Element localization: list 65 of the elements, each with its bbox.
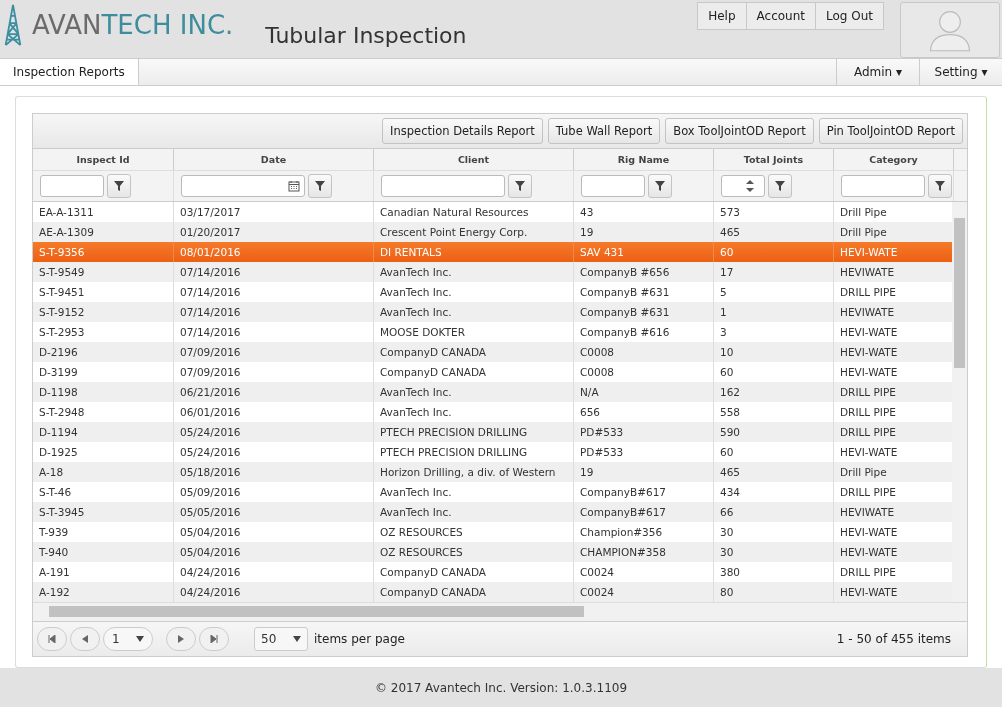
column-header[interactable]: Rig Name <box>574 149 714 170</box>
numeric-filter-input[interactable] <box>721 175 765 197</box>
filter-button[interactable] <box>508 174 532 198</box>
filter-button[interactable] <box>648 174 672 198</box>
table-row[interactable]: D-1198 06/21/2016 AvanTech Inc. N/A 162 DRILL PIPE <box>33 382 952 402</box>
filter-button[interactable] <box>308 174 332 198</box>
company-logo-text: AVANTECH INC. <box>32 10 234 40</box>
filter-icon <box>935 181 945 191</box>
table-row[interactable]: T-940 05/04/2016 OZ RESOURCES CHAMPION#358 30 HEVI-WATE <box>33 542 952 562</box>
horizontal-scrollbar[interactable] <box>33 602 967 621</box>
filter-icon <box>515 181 525 191</box>
footer-text: © 2017 Avantech Inc. Version: 1.0.3.1109 <box>374 680 628 695</box>
column-header[interactable]: Inspect Id <box>33 149 174 170</box>
page-size-label: items per page <box>314 632 405 646</box>
caret-icon <box>136 636 144 642</box>
table-row[interactable]: D-1194 05/24/2016 PTECH PRECISION DRILLING PD#533 590 DRILL PIPE <box>33 422 952 442</box>
previous-page-button[interactable] <box>70 627 100 651</box>
column-header[interactable]: Category <box>834 149 954 170</box>
table-row[interactable]: S-T-9549 07/14/2016 AvanTech Inc. CompanyB #656 17 HEVIWATE <box>33 262 952 282</box>
filter-icon <box>315 181 325 191</box>
report-button[interactable]: Tube Wall Report <box>547 118 661 144</box>
nav-menu[interactable]: Setting ▾ <box>919 59 1002 85</box>
table-row[interactable]: D-2196 07/09/2016 CompanyD CANADA C0008 10 HEVI-WATE <box>33 342 952 362</box>
filter-icon <box>655 181 665 191</box>
last-page-icon <box>210 635 218 643</box>
page-size-select[interactable]: 50 <box>254 627 308 651</box>
table-row[interactable]: S-T-3945 05/05/2016 AvanTech Inc. CompanyB#617 66 HEVIWATE <box>33 502 952 522</box>
table-row[interactable]: AE-A-1309 01/20/2017 Crescent Point Energy Corp. 19 465 Drill Pipe <box>33 222 952 242</box>
table-row[interactable]: A-18 05/18/2016 Horizon Drilling, a div. of Western 19 465 Drill Pipe <box>33 462 952 482</box>
header-link[interactable]: Help <box>697 2 747 30</box>
filter-icon <box>114 181 124 191</box>
table-row[interactable]: A-192 04/24/2016 CompanyD CANADA C0024 80 HEVI-WATE <box>33 582 952 602</box>
filter-button[interactable] <box>107 174 131 198</box>
previous-page-icon <box>81 635 89 643</box>
report-button[interactable]: Inspection Details Report <box>382 118 543 144</box>
vertical-scrollbar[interactable] <box>952 202 967 602</box>
column-header[interactable]: Date <box>174 149 374 170</box>
nav-menu[interactable]: Admin ▾ <box>836 59 919 85</box>
last-page-button[interactable] <box>199 627 229 651</box>
pager-summary: 1 - 50 of 455 items <box>836 632 951 646</box>
date-filter-input[interactable] <box>181 175 305 197</box>
header-link[interactable]: Account <box>745 2 816 30</box>
column-header[interactable]: Total Joints <box>714 149 834 170</box>
filter-button[interactable] <box>768 174 792 198</box>
first-page-icon <box>48 635 56 643</box>
next-page-button[interactable] <box>166 627 196 651</box>
report-button[interactable]: Pin ToolJointOD Report <box>818 118 963 144</box>
report-button[interactable]: Box ToolJointOD Report <box>665 118 814 144</box>
filter-input[interactable] <box>40 175 104 197</box>
nav-tab[interactable]: Inspection Reports <box>0 59 139 85</box>
caret-icon <box>293 636 301 642</box>
first-page-button[interactable] <box>37 627 67 651</box>
filter-input[interactable] <box>581 175 645 197</box>
next-page-icon <box>177 635 185 643</box>
filter-input[interactable] <box>381 175 505 197</box>
app-title: Tubular Inspection <box>265 22 467 48</box>
table-row[interactable]: S-T-9152 07/14/2016 AvanTech Inc. CompanyB #631 1 HEVIWATE <box>33 302 952 322</box>
spinner-arrows-icon <box>746 179 754 193</box>
filter-icon <box>775 181 785 191</box>
calendar-icon <box>288 180 300 192</box>
column-header[interactable]: Client <box>374 149 574 170</box>
filter-input[interactable] <box>841 175 925 197</box>
filter-button[interactable] <box>928 174 952 198</box>
page-select[interactable]: 1 <box>103 627 153 651</box>
header-link[interactable]: Log Out <box>815 2 884 30</box>
